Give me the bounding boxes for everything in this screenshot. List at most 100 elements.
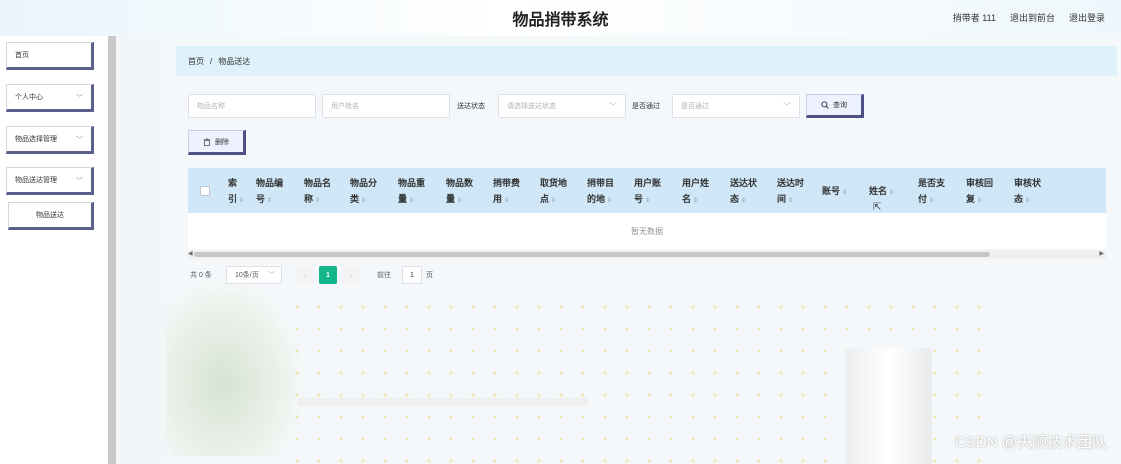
prev-page-button[interactable]: ‹ xyxy=(296,266,314,284)
sidebar-subitem-label: 物品送达 xyxy=(36,212,64,219)
column-header[interactable]: 捎带目的地 ⇕ xyxy=(587,176,614,209)
scroll-right-icon[interactable]: ▶ xyxy=(1099,250,1104,257)
goto-page-value: 1 xyxy=(410,271,414,279)
trash-icon xyxy=(203,137,211,146)
sidebar-item-personal-center[interactable]: 个人中心 ﹀ xyxy=(6,84,94,112)
column-header[interactable]: 用户姓名 ⇕ xyxy=(682,176,709,209)
table-empty-row: 暂无数据 xyxy=(188,213,1106,249)
sort-caret-icon[interactable]: ⇕ xyxy=(840,189,847,196)
column-header[interactable]: 物品分类 ⇕ xyxy=(350,176,377,209)
sort-caret-icon[interactable]: ⇕ xyxy=(643,197,650,204)
column-header-label: 态 xyxy=(730,195,740,205)
sidebar-subitem-delivery[interactable]: 物品送达 xyxy=(8,202,94,230)
scrollbar-thumb[interactable] xyxy=(194,252,990,257)
header-right: 捎带者 111 退出到前台 退出登录 xyxy=(953,11,1105,24)
column-header[interactable]: 送达时间 ⇕ xyxy=(777,176,804,209)
column-header-label: 账号 xyxy=(822,187,841,197)
column-header-label: 审核回 xyxy=(966,179,994,189)
chevron-down-icon: ﹀ xyxy=(76,95,83,102)
column-header-label: 物品数 xyxy=(446,179,474,189)
column-header[interactable]: 物品编号 ⇕ xyxy=(256,176,283,209)
column-header-label: 物品分 xyxy=(350,179,378,189)
goto-label: 前往 xyxy=(377,272,391,279)
column-header[interactable]: 取货地点 ⇕ xyxy=(540,176,567,209)
sort-caret-icon[interactable]: ⇕ xyxy=(1023,197,1030,204)
username-placeholder: 用户姓名 xyxy=(331,103,359,110)
column-header-label: 称 xyxy=(304,195,314,205)
column-header[interactable]: 账号 ⇕ xyxy=(822,184,847,201)
delete-button[interactable]: 删除 xyxy=(188,130,246,155)
username-input[interactable]: 用户姓名 xyxy=(322,94,450,118)
delivery-status-select[interactable]: 请选择送达状态 ﹀ xyxy=(498,94,626,118)
sort-caret-icon[interactable]: ⇕ xyxy=(313,197,320,204)
sort-caret-icon[interactable]: ⇕ xyxy=(605,197,612,204)
column-header[interactable]: 送达状态 ⇕ xyxy=(730,176,757,209)
column-header-label: 捎带目 xyxy=(587,179,615,189)
passed-select[interactable]: 是否通过 ﹀ xyxy=(672,94,800,118)
sort-caret-icon[interactable]: ⇕ xyxy=(887,189,894,196)
column-header-label: 间 xyxy=(777,195,787,205)
column-header[interactable]: 物品数量 ⇕ xyxy=(446,176,473,209)
sort-caret-icon[interactable]: ⇕ xyxy=(265,197,272,204)
column-header[interactable]: 物品名称 ⇕ xyxy=(304,176,331,209)
column-header[interactable]: 审核回复 ⇕ xyxy=(966,176,993,209)
item-name-input[interactable]: 物品名称 xyxy=(188,94,316,118)
back-to-front-link[interactable]: 退出到前台 xyxy=(1010,11,1055,24)
column-header[interactable]: 用户账号 ⇕ xyxy=(634,176,661,209)
table-horizontal-scrollbar[interactable]: ◀ ▶ xyxy=(188,250,1106,259)
sort-caret-icon[interactable]: ⇕ xyxy=(359,197,366,204)
column-header-label: 物品重 xyxy=(398,179,426,189)
table-header: 索引 ⇕ 物品编号 ⇕ 物品名称 ⇕ 物品分类 ⇕ 物品重量 ⇕ 物品数量 ⇕ 捎带费用 ⇕… xyxy=(188,168,1106,213)
sidebar-item-delivery-management[interactable]: 物品送达管理 ﹀ xyxy=(6,167,94,195)
breadcrumb-separator: / xyxy=(210,56,213,66)
sort-caret-icon[interactable]: ⇕ xyxy=(975,197,982,204)
column-header[interactable]: 物品重量 ⇕ xyxy=(398,176,425,209)
next-page-button[interactable]: › xyxy=(342,266,360,284)
column-header[interactable]: 姓名 ⇕ xyxy=(869,184,894,201)
sort-caret-icon[interactable]: ⇕ xyxy=(739,197,746,204)
sort-caret-icon[interactable]: ⇕ xyxy=(455,197,462,204)
sidebar-scrollbar[interactable] xyxy=(108,36,116,464)
page-size-select[interactable]: 10条/页 ﹀ xyxy=(226,266,282,284)
sidebar-item-label: 个人中心 xyxy=(15,94,43,101)
page-number[interactable]: 1 xyxy=(319,266,337,284)
page-suffix: 页 xyxy=(426,272,433,279)
mouse-cursor-icon: ⇱ xyxy=(873,202,882,213)
breadcrumb: 首页 / 物品送达 xyxy=(176,46,1117,76)
goto-page-input[interactable]: 1 xyxy=(402,266,422,284)
sort-caret-icon[interactable]: ⇕ xyxy=(407,197,414,204)
logout-link[interactable]: 退出登录 xyxy=(1069,11,1105,24)
page-number-label: 1 xyxy=(326,271,330,279)
chevron-down-icon: ﹀ xyxy=(268,272,275,279)
search-icon xyxy=(821,101,829,109)
breadcrumb-home[interactable]: 首页 xyxy=(188,56,204,67)
delivery-status-placeholder: 请选择送达状态 xyxy=(507,103,556,110)
column-header-label: 号 xyxy=(256,195,266,205)
query-button[interactable]: 查询 xyxy=(806,94,864,118)
column-header-label: 的地 xyxy=(587,195,606,205)
column-header-label: 号 xyxy=(634,195,644,205)
column-header[interactable]: 是否支付 ⇕ xyxy=(918,176,945,209)
scroll-left-icon[interactable]: ◀ xyxy=(188,250,193,257)
delivery-status-label: 送达状态 xyxy=(457,103,485,110)
sidebar-item-home[interactable]: 首页 xyxy=(6,42,94,70)
sort-caret-icon[interactable]: ⇕ xyxy=(549,197,556,204)
sort-caret-icon[interactable]: ⇕ xyxy=(691,197,698,204)
sidebar-item-label: 首页 xyxy=(15,52,29,59)
column-header-label: 点 xyxy=(540,195,550,205)
sort-caret-icon[interactable]: ⇕ xyxy=(786,197,793,204)
sort-caret-icon[interactable]: ⇕ xyxy=(502,197,509,204)
column-header[interactable]: 审核状态 ⇕ xyxy=(1014,176,1041,209)
sort-caret-icon[interactable]: ⇕ xyxy=(237,197,244,204)
column-header[interactable]: 索引 ⇕ xyxy=(228,176,244,209)
column-header[interactable]: 捎带费用 ⇕ xyxy=(493,176,520,209)
column-header-label: 量 xyxy=(398,195,408,205)
column-header-label: 用户姓 xyxy=(682,179,710,189)
column-header-label: 送达时 xyxy=(777,179,805,189)
total-count: 共 0 条 xyxy=(190,272,212,279)
sort-caret-icon[interactable]: ⇕ xyxy=(927,197,934,204)
breadcrumb-current: 物品送达 xyxy=(218,56,251,66)
select-all-checkbox[interactable] xyxy=(200,186,210,196)
chevron-down-icon: ﹀ xyxy=(76,178,83,185)
sidebar-item-item-selection[interactable]: 物品选择管理 ﹀ xyxy=(6,126,94,154)
